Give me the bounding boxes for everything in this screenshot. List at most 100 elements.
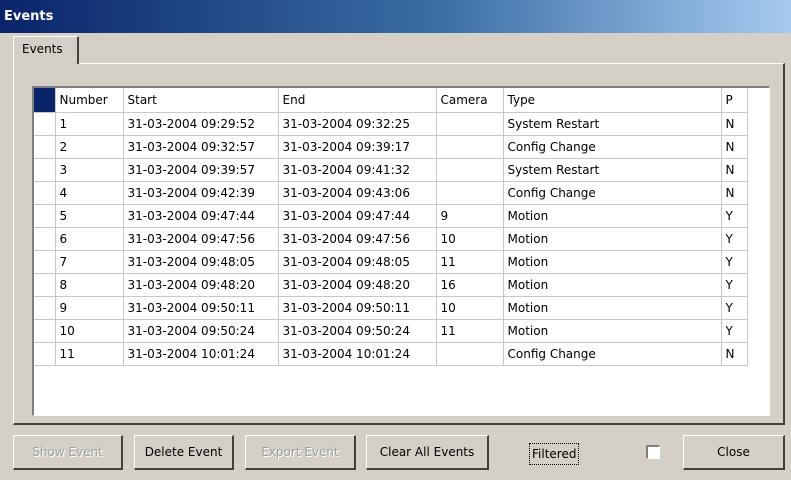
cell-type: Config Change — [503, 135, 722, 159]
cell-p: N — [721, 158, 748, 182]
column-header-end[interactable]: End — [278, 88, 437, 113]
export-event-button[interactable]: Export Event — [245, 435, 356, 470]
cell-camera — [436, 158, 504, 182]
cell-p: N — [721, 112, 748, 136]
cell-p: Y — [721, 227, 748, 251]
cell-type: Motion — [503, 227, 722, 251]
cell-number: 8 — [55, 273, 124, 297]
table-row[interactable]: 9 31-03-2004 09:50:11 31-03-2004 09:50:11 1… — [34, 296, 748, 320]
cell-number: 6 — [55, 227, 124, 251]
filtered-label[interactable]: Filtered — [529, 443, 580, 465]
row-selector[interactable] — [34, 273, 56, 297]
header-row: Number Start End Camera Type P — [34, 88, 748, 113]
cell-type: Config Change — [503, 181, 722, 205]
table-row[interactable]: 8 31-03-2004 09:48:20 31-03-2004 09:48:20 1… — [34, 273, 748, 297]
cell-type: Motion — [503, 204, 722, 228]
cell-p: Y — [721, 204, 748, 228]
cell-number: 10 — [55, 319, 124, 343]
cell-number: 11 — [55, 342, 124, 366]
cell-p: Y — [721, 319, 748, 343]
table-row[interactable]: 5 31-03-2004 09:47:44 31-03-2004 09:47:44 9… — [34, 204, 748, 228]
show-event-button[interactable]: Show Event — [13, 435, 123, 470]
column-header-start[interactable]: Start — [123, 88, 279, 113]
cell-p: N — [721, 135, 748, 159]
row-selector[interactable] — [34, 158, 56, 182]
table-row[interactable]: 10 31-03-2004 09:50:24 31-03-2004 09:50:24… — [34, 319, 748, 343]
cell-end: 31-03-2004 09:47:56 — [278, 227, 437, 251]
column-header-p[interactable]: P — [721, 88, 748, 113]
row-selector[interactable] — [34, 135, 56, 159]
cell-type: Motion — [503, 296, 722, 320]
table-row[interactable]: 4 31-03-2004 09:42:39 31-03-2004 09:43:06 C… — [34, 181, 748, 205]
cell-end: 31-03-2004 09:47:44 — [278, 204, 437, 228]
tab-events[interactable]: Events — [13, 36, 79, 64]
cell-end: 31-03-2004 10:01:24 — [278, 342, 437, 366]
cell-type: System Restart — [503, 112, 722, 136]
cell-end: 31-03-2004 09:50:24 — [278, 319, 437, 343]
cell-p: Y — [721, 273, 748, 297]
clear-all-events-button[interactable]: Clear All Events — [366, 435, 489, 470]
cell-number: 9 — [55, 296, 124, 320]
cell-camera — [436, 112, 504, 136]
row-selector[interactable] — [34, 342, 56, 366]
cell-end: 31-03-2004 09:48:05 — [278, 250, 437, 274]
cell-number: 1 — [55, 112, 124, 136]
cell-start: 31-03-2004 09:32:57 — [123, 135, 279, 159]
cell-type: System Restart — [503, 158, 722, 182]
cell-start: 31-03-2004 10:01:24 — [123, 342, 279, 366]
cell-end: 31-03-2004 09:50:11 — [278, 296, 437, 320]
cell-camera — [436, 135, 504, 159]
cell-p: N — [721, 342, 748, 366]
cell-type: Config Change — [503, 342, 722, 366]
filtered-checkbox[interactable] — [646, 445, 660, 459]
cell-type: Motion — [503, 273, 722, 297]
cell-camera: 10 — [436, 296, 504, 320]
cell-number: 7 — [55, 250, 124, 274]
cell-camera: 10 — [436, 227, 504, 251]
column-header-number[interactable]: Number — [55, 88, 124, 113]
window-title: Events — [4, 9, 54, 24]
cell-end: 31-03-2004 09:43:06 — [278, 181, 437, 205]
table-row[interactable]: 11 31-03-2004 10:01:24 31-03-2004 10:01:24… — [34, 342, 748, 366]
row-selector[interactable] — [34, 204, 56, 228]
close-button[interactable]: Close — [683, 435, 785, 470]
cell-start: 31-03-2004 09:48:05 — [123, 250, 279, 274]
cell-end: 31-03-2004 09:39:17 — [278, 135, 437, 159]
cell-p: N — [721, 181, 748, 205]
cell-start: 31-03-2004 09:50:24 — [123, 319, 279, 343]
row-selector[interactable] — [34, 296, 56, 320]
cell-camera: 9 — [436, 204, 504, 228]
events-grid: Number Start End Camera Type P 1 31-03-20… — [34, 88, 748, 366]
row-selector[interactable] — [34, 181, 56, 205]
cell-start: 31-03-2004 09:50:11 — [123, 296, 279, 320]
cell-camera: 16 — [436, 273, 504, 297]
row-selector[interactable] — [34, 112, 56, 136]
cell-start: 31-03-2004 09:47:44 — [123, 204, 279, 228]
table-row[interactable]: 3 31-03-2004 09:39:57 31-03-2004 09:41:32 S… — [34, 158, 748, 182]
column-header-type[interactable]: Type — [503, 88, 722, 113]
delete-event-button[interactable]: Delete Event — [134, 435, 234, 470]
cell-type: Motion — [503, 250, 722, 274]
table-row[interactable]: 6 31-03-2004 09:47:56 31-03-2004 09:47:56 1… — [34, 227, 748, 251]
table-row[interactable]: 1 31-03-2004 09:29:52 31-03-2004 09:32:25 S… — [34, 112, 748, 136]
cell-number: 2 — [55, 135, 124, 159]
cell-start: 31-03-2004 09:42:39 — [123, 181, 279, 205]
cell-end: 31-03-2004 09:41:32 — [278, 158, 437, 182]
header-select-all[interactable] — [34, 88, 56, 113]
cell-start: 31-03-2004 09:29:52 — [123, 112, 279, 136]
table-row[interactable]: 2 31-03-2004 09:32:57 31-03-2004 09:39:17 C… — [34, 135, 748, 159]
table-row[interactable]: 7 31-03-2004 09:48:05 31-03-2004 09:48:05 1… — [34, 250, 748, 274]
tab-label: Events — [22, 42, 63, 56]
cell-start: 31-03-2004 09:39:57 — [123, 158, 279, 182]
cell-start: 31-03-2004 09:48:20 — [123, 273, 279, 297]
cell-camera — [436, 342, 504, 366]
title-bar[interactable]: Events — [0, 0, 791, 33]
row-selector[interactable] — [34, 319, 56, 343]
column-header-camera[interactable]: Camera — [436, 88, 504, 113]
cell-p: Y — [721, 250, 748, 274]
cell-number: 5 — [55, 204, 124, 228]
events-table[interactable]: Number Start End Camera Type P 1 31-03-20… — [32, 86, 770, 416]
row-selector[interactable] — [34, 227, 56, 251]
cell-end: 31-03-2004 09:32:25 — [278, 112, 437, 136]
row-selector[interactable] — [34, 250, 56, 274]
